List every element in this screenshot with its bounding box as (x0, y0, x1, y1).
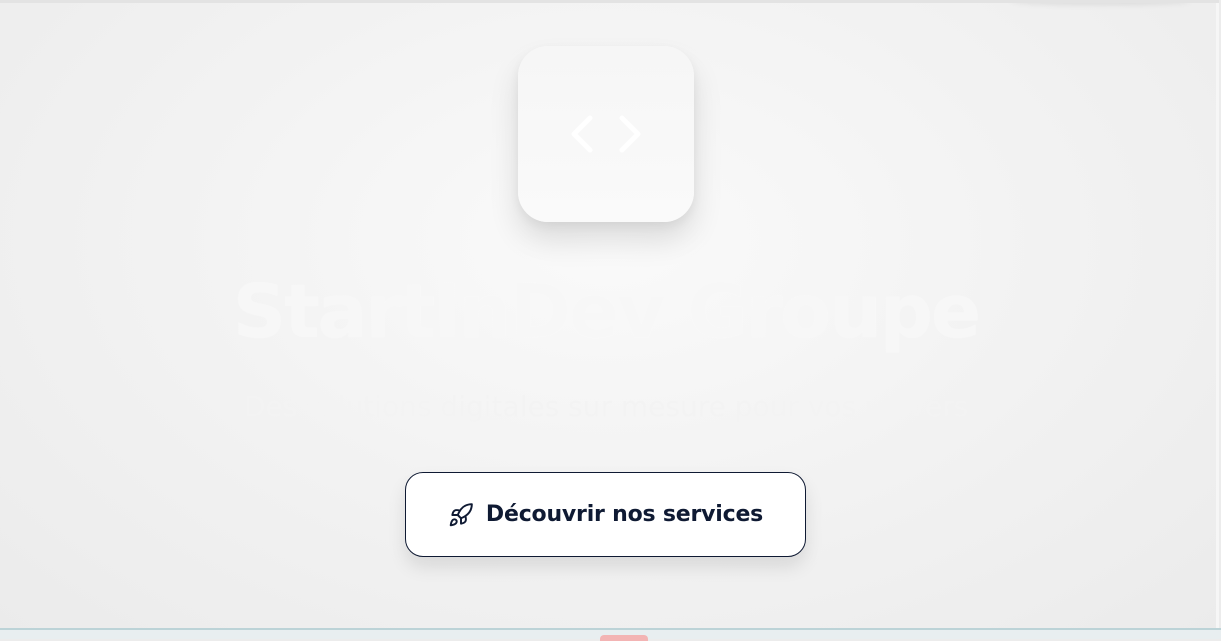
hero-subtitle: Des solutions digitales sur mesure pour … (243, 390, 969, 423)
code-brackets-icon (566, 104, 646, 164)
rocket-icon (448, 502, 474, 528)
hero-title: StartInDev Groupe (232, 269, 981, 355)
bottom-marker (600, 635, 648, 641)
discover-services-button[interactable]: Découvrir nos services (405, 472, 806, 557)
top-shadow (1010, 3, 1190, 5)
discover-services-label: Découvrir nos services (485, 502, 764, 527)
scrollbar-track (1216, 3, 1219, 628)
hero-section: StartInDev Groupe Des solutions digitale… (0, 0, 1219, 628)
logo-tile (518, 46, 694, 222)
bottom-bar (0, 628, 1221, 641)
